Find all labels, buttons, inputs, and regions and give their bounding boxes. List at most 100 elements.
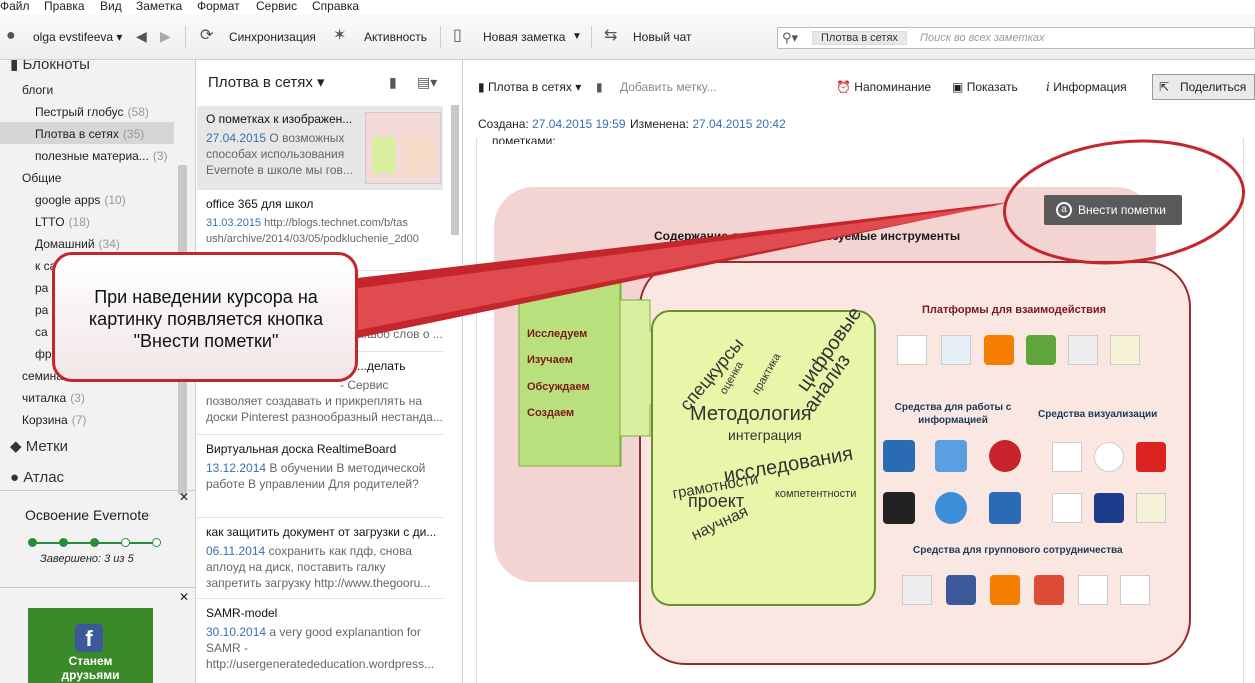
sidebar-item-notebook[interactable]: са	[35, 325, 48, 339]
star-icon	[935, 492, 967, 524]
diagram-verb: Исследуем	[527, 328, 588, 340]
evernote-icon	[1026, 335, 1056, 365]
list-item[interactable]: SAMR-model 30.10.2014 a very good explan…	[197, 600, 443, 683]
sync-button[interactable]: Синхронизация	[229, 30, 316, 44]
sync-icon[interactable]: ⟳	[200, 27, 213, 45]
sidebar-notebooks-header[interactable]: ▮ Блокноты	[10, 60, 90, 74]
sidebar-tags[interactable]: ◆ Метки	[10, 438, 68, 456]
reminder-button[interactable]: ⏰ Напоминание	[836, 80, 931, 94]
menu-file[interactable]: Файл	[0, 0, 30, 12]
notebook-selector[interactable]: ▮ Плотва в сетях ▾	[478, 80, 581, 94]
youtube-icon	[1136, 442, 1166, 472]
toolbar-divider	[185, 26, 186, 48]
facebook-icon: f	[75, 624, 103, 652]
note-thumbnail	[365, 112, 441, 184]
activity-button[interactable]: Активность	[364, 30, 427, 44]
screen-icon: ▣	[952, 80, 964, 94]
menu-edit[interactable]: Правка	[44, 0, 85, 12]
new-note-button[interactable]: Новая заметка	[483, 30, 565, 44]
sidebar-item-notebook[interactable]: LTTO (18)	[35, 215, 90, 229]
scoopit-icon	[883, 492, 915, 524]
main-toolbar: ● olga evstifeeva ▾ ◀ ▶ ⟳ Синхронизация …	[0, 14, 1255, 60]
info-tool-icon	[883, 440, 915, 472]
notebook-icon: ▮	[478, 80, 485, 94]
google-docs-icon	[1110, 335, 1140, 365]
moodle-icon	[1120, 575, 1150, 605]
list-item[interactable]: Виртуальная доска RealtimeBoard 13.12.20…	[197, 436, 443, 518]
sidebar-item-notebook[interactable]: читалка (3)	[22, 391, 85, 405]
sidebar-item-trash[interactable]: Корзина (7)	[22, 413, 86, 427]
sidebar-item-notebook[interactable]: ра	[35, 281, 48, 295]
diagram-verb: Создаем	[527, 407, 575, 419]
add-tag-input[interactable]: Добавить метку...	[620, 80, 717, 94]
sidebar-item-notebook[interactable]: Домашний (34)	[35, 237, 120, 251]
charts-icon	[1052, 493, 1082, 523]
sidebar-item-notebook-selected[interactable]: Плотва в сетях (35)	[35, 127, 144, 141]
chat-icon[interactable]: ⇆	[604, 27, 617, 45]
account-menu[interactable]: olga evstifeeva ▾	[33, 30, 122, 44]
lock-icon[interactable]: ▮	[389, 74, 397, 91]
menu-note[interactable]: Заметка	[136, 0, 182, 12]
share-button[interactable]: ⇱ Поделиться	[1152, 74, 1255, 100]
sidebar-item-notebook[interactable]: фр	[35, 347, 52, 361]
sidebar-item-notebook[interactable]: ра	[35, 303, 48, 317]
created-date: Создана: 27.04.2015 19:59	[478, 117, 626, 131]
diagram-section-label: Средства для работы с информацией	[894, 402, 1012, 426]
info-button[interactable]: i Информация	[1046, 80, 1127, 94]
new-note-dropdown[interactable]: ▼	[572, 30, 582, 44]
annotate-button[interactable]: a Внести пометки	[1044, 195, 1182, 225]
search-input[interactable]: ⚲▾ Плотва в сетях Поиск во всех заметках	[777, 27, 1255, 49]
close-icon[interactable]: ✕	[179, 490, 189, 504]
annotate-icon: a	[1056, 202, 1072, 218]
moodle-icon	[897, 335, 927, 365]
location-pin-icon: ●	[10, 469, 20, 486]
forward-arrow-icon[interactable]: ▶	[160, 27, 171, 45]
word-cloud-word: компетентности	[775, 488, 857, 500]
diagram-title: Содержание деяте... и используемые инстр…	[654, 229, 961, 243]
new-note-icon[interactable]: ▯	[453, 27, 462, 45]
facebook-promo-banner[interactable]: f Станем друзьями	[28, 608, 153, 683]
search-scope-chip[interactable]: Плотва в сетях	[812, 31, 907, 45]
menu-tools[interactable]: Сервис	[256, 0, 297, 12]
menu-help[interactable]: Справка	[312, 0, 359, 12]
menu-view[interactable]: Вид	[100, 0, 122, 12]
pin-icon	[989, 492, 1021, 524]
google-plus-icon	[1034, 575, 1064, 605]
stack-blogs[interactable]: блоги	[22, 83, 53, 97]
view-options-icon[interactable]: ▤▾	[417, 74, 437, 91]
learn-progress-text: Завершено: 3 из 5	[40, 553, 134, 565]
google-icon	[1068, 335, 1098, 365]
facebook-icon	[946, 575, 976, 605]
toolbar-divider	[591, 26, 592, 48]
sidebar-atlas[interactable]: ● Атлас	[10, 469, 64, 487]
stack-general[interactable]: Общие	[22, 171, 61, 185]
list-item[interactable]: О пометках к изображен... 27.04.2015 О в…	[197, 106, 443, 190]
note-list-title[interactable]: Плотва в сетях ▾	[208, 73, 325, 91]
list-item[interactable]: как защитить документ от загрузки с ди..…	[197, 519, 443, 599]
search-placeholder: Поиск во всех заметках	[920, 32, 1045, 44]
note-list-scrollbar[interactable]	[451, 105, 459, 235]
new-chat-button[interactable]: Новый чат	[633, 30, 692, 44]
activity-icon[interactable]: ✶	[333, 27, 346, 45]
search-icon[interactable]: ⚲▾	[782, 30, 798, 46]
sidebar-item-notebook[interactable]: google apps (10)	[35, 193, 126, 207]
user-icon[interactable]: ●	[6, 27, 16, 45]
present-button[interactable]: ▣ Показать	[952, 80, 1018, 94]
edmodo-icon	[941, 335, 971, 365]
diagram-verb: Обсуждаем	[527, 381, 590, 393]
close-icon[interactable]: ✕	[179, 590, 189, 604]
toolbar-divider	[440, 26, 441, 48]
back-arrow-icon[interactable]: ◀	[136, 27, 147, 45]
sidebar-item-notebook[interactable]: полезные материа... (3)	[35, 149, 168, 163]
blogger-icon	[984, 335, 1014, 365]
dropbox-icon	[935, 440, 967, 472]
menu-format[interactable]: Формат	[197, 0, 240, 12]
learn-evernote-title: Освоение Evernote	[25, 507, 150, 523]
word-cloud-word: Методология	[690, 403, 812, 425]
picasa-icon	[1094, 442, 1124, 472]
diagram-section-label: Средства для группового сотрудничества	[913, 545, 1123, 556]
sidebar-item-notebook[interactable]: Пестрый глобус (58)	[35, 105, 149, 119]
share-icon: ⇱	[1159, 80, 1170, 94]
callout-text: При наведении курсора на картинку появля…	[88, 287, 324, 351]
tag-icon[interactable]: ▮	[596, 80, 603, 94]
